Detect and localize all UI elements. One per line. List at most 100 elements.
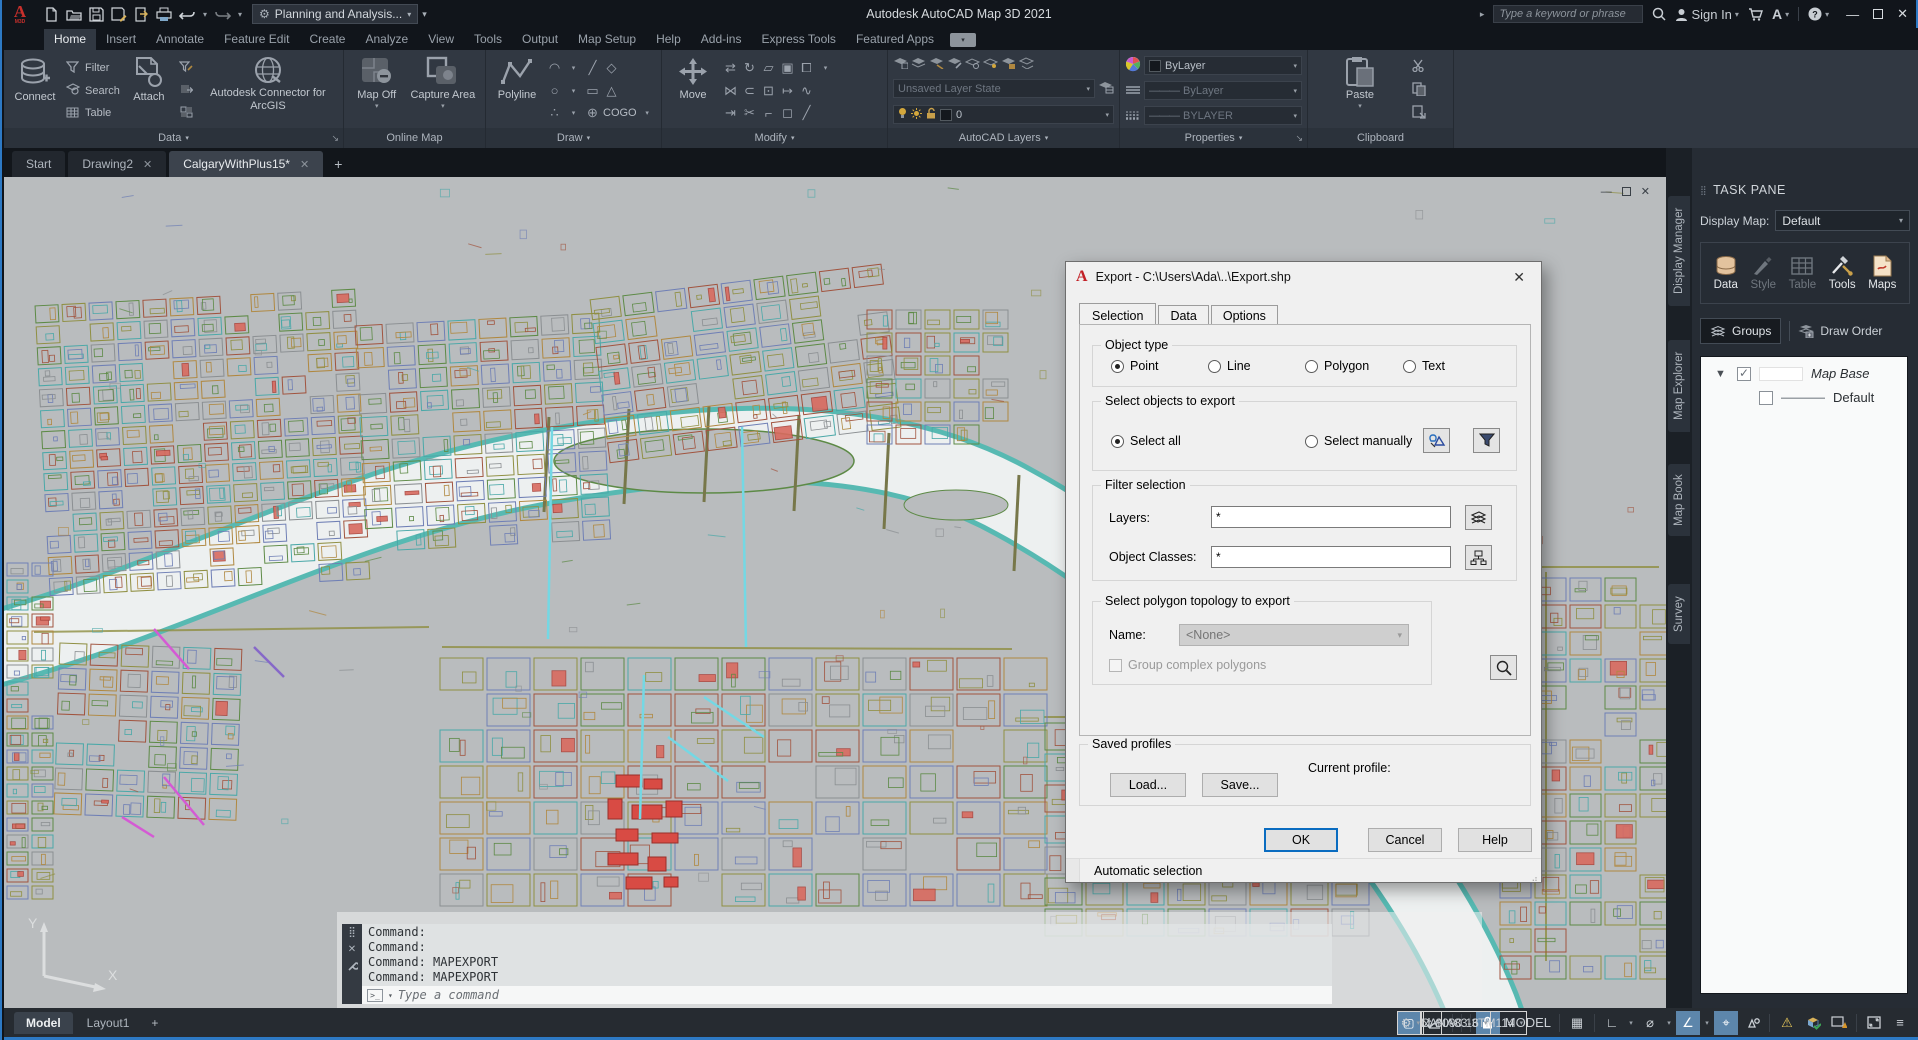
groups-button[interactable]: Groups <box>1700 318 1781 344</box>
tab-map-book[interactable]: Map Book <box>1668 464 1690 536</box>
plot-icon[interactable] <box>156 7 172 22</box>
circle-tool-icon[interactable]: ○ <box>546 83 563 98</box>
polar-dropdown-icon[interactable]: ▾ <box>1626 1011 1636 1035</box>
tab-create[interactable]: Create <box>299 29 355 50</box>
radio-icon[interactable] <box>1111 435 1124 448</box>
app-store-cart-icon[interactable] <box>1748 8 1763 21</box>
filter-button[interactable]: Filter <box>64 61 120 76</box>
polygon-tool-icon[interactable]: ◇ <box>603 60 620 76</box>
autocad-logo-icon[interactable]: A M3D <box>2 0 38 28</box>
polyline-button[interactable]: Polyline <box>491 53 543 128</box>
task-pane-header[interactable]: ⣿ TASK PANE <box>1692 180 1918 200</box>
redo-icon[interactable] <box>214 8 231 21</box>
trim-tool-icon[interactable]: ✂ <box>741 105 758 121</box>
help-button[interactable]: Help <box>1458 828 1532 852</box>
file-tab-calgary[interactable]: CalgaryWithPlus15*✕ <box>169 151 323 177</box>
command-input[interactable]: >_ ▾ Type a command <box>362 986 1332 1004</box>
capture-area-button[interactable]: Capture Area ▾ <box>407 53 478 128</box>
tree-item-map-base[interactable]: ▼ Map Base <box>1701 357 1907 381</box>
panel-label-modify[interactable]: Modify▾ <box>662 128 887 148</box>
linetype-icon[interactable] <box>1125 84 1141 98</box>
layer-properties-icon[interactable] <box>893 57 908 72</box>
cogo-icon[interactable]: ⊕ <box>584 105 601 121</box>
maps-button[interactable]: Maps <box>1868 255 1896 291</box>
radio-polygon[interactable]: Polygon <box>1305 359 1369 373</box>
layer-style-swatch[interactable] <box>1781 391 1825 405</box>
search-button[interactable]: Search <box>64 83 120 98</box>
graphics-warning-icon[interactable]: ⚠ <box>1775 1011 1799 1035</box>
osnap-dropdown-icon[interactable]: ▾ <box>1702 1011 1712 1035</box>
ortho-toggle[interactable]: ∟ <box>1600 1011 1624 1035</box>
layer-freeze-icon[interactable] <box>983 57 998 72</box>
collapse-arrow-icon[interactable]: ▸ <box>1480 9 1485 20</box>
grid-toggle[interactable]: ▦ <box>1565 1011 1589 1035</box>
tab-tools[interactable]: Tools <box>464 29 512 50</box>
draw-order-button[interactable]: Draw Order <box>1798 324 1882 338</box>
new-file-icon[interactable] <box>44 7 59 22</box>
break-tool-icon[interactable]: ⌐ <box>760 106 777 121</box>
scale-tool-icon[interactable]: ⊡ <box>760 83 777 99</box>
offset-tool-icon[interactable]: ⇥ <box>722 105 739 121</box>
tab-annotate[interactable]: Annotate <box>146 29 214 50</box>
chevron-down-icon[interactable]: ▼ <box>1715 368 1729 380</box>
new-layout-button[interactable]: + <box>143 1016 166 1030</box>
arcgis-connector-button[interactable]: Autodesk Connector for ArcGIS <box>198 53 338 128</box>
tab-view[interactable]: View <box>418 29 464 50</box>
tab-feature-edit[interactable]: Feature Edit <box>214 29 299 50</box>
zoom-extents-button[interactable] <box>1490 655 1517 680</box>
undo-icon[interactable] <box>179 8 196 21</box>
file-tab-drawing2[interactable]: Drawing2✕ <box>68 151 166 177</box>
ribbon-options-button[interactable]: ▾ <box>950 33 976 47</box>
lineweight-dropdown[interactable]: ——— BYLAYER ▾ <box>1144 106 1302 125</box>
rotate-tool-icon[interactable]: ↻ <box>741 60 758 76</box>
sign-in-button[interactable]: Sign In ▾ <box>1675 7 1739 22</box>
osnap-tracking-toggle[interactable]: ∠ <box>1676 1011 1700 1035</box>
table-button[interactable]: Table <box>64 106 120 121</box>
radio-line[interactable]: Line <box>1208 359 1251 373</box>
chevron-down-icon[interactable]: ▾ <box>388 991 393 1000</box>
map-off-button[interactable]: Map Off ▾ <box>351 53 403 128</box>
panel-label-clipboard[interactable]: Clipboard <box>1308 128 1453 148</box>
layer-set-current-icon[interactable] <box>929 57 944 72</box>
array-tool-icon[interactable]: ▣ <box>779 60 796 76</box>
undo-dropdown-icon[interactable]: ▾ <box>203 10 207 19</box>
radio-icon[interactable] <box>1305 360 1318 373</box>
lineweight-icon[interactable] <box>1125 109 1141 123</box>
arc-tool-icon[interactable]: ◠ <box>546 60 563 76</box>
drafting-settings-gear[interactable]: ⚙▾ <box>1397 1011 1424 1035</box>
tree-item-default[interactable]: Default <box>1701 381 1907 405</box>
connect-button[interactable]: Connect <box>9 53 61 128</box>
isolate-objects-toggle[interactable] <box>1740 1011 1764 1035</box>
tab-add-ins[interactable]: Add-ins <box>691 29 752 50</box>
model-tab[interactable]: Model <box>14 1012 73 1034</box>
customization-menu-icon[interactable]: ≡ <box>1888 1011 1912 1035</box>
tab-insert[interactable]: Insert <box>96 29 146 50</box>
pick-object-classes-button[interactable] <box>1465 545 1492 570</box>
panel-label-autocad-layers[interactable]: AutoCAD Layers▾ <box>888 128 1119 148</box>
workspace-switcher[interactable]: ⚙ Planning and Analysis... ▾ <box>252 4 418 24</box>
layout1-tab[interactable]: Layout1 <box>75 1012 142 1034</box>
checkbox-icon[interactable] <box>1759 391 1773 405</box>
quick-filter-button[interactable] <box>1473 428 1500 453</box>
ok-button[interactable]: OK <box>1264 828 1338 852</box>
stretch-tool-icon[interactable]: ▱ <box>760 60 777 76</box>
data-button[interactable]: Data <box>1714 255 1738 291</box>
tab-featured-apps[interactable]: Featured Apps <box>846 29 944 50</box>
display-map-dropdown[interactable]: Default ▾ <box>1775 210 1910 231</box>
layer-match-icon[interactable] <box>947 57 962 72</box>
panel-label-data[interactable]: Data▾ ↘ <box>4 128 343 148</box>
close-icon[interactable]: ✕ <box>300 158 309 171</box>
panel-label-properties[interactable]: Properties▾ ↘ <box>1120 128 1307 148</box>
layer-state-dropdown[interactable]: Unsaved Layer State ▾ <box>893 79 1095 98</box>
cancel-button[interactable]: Cancel <box>1368 828 1442 852</box>
close-icon[interactable]: ✕ <box>143 158 152 171</box>
pentagon-tool-icon[interactable]: △ <box>603 83 620 99</box>
panel-label-draw[interactable]: Draw▾ <box>486 128 661 148</box>
tab-home[interactable]: Home <box>44 29 96 50</box>
maximize-button[interactable] <box>1873 9 1883 19</box>
open-file-icon[interactable] <box>66 7 82 22</box>
rectangle-tool-icon[interactable]: ▭ <box>584 83 601 99</box>
radio-point[interactable]: Point <box>1111 359 1159 373</box>
tab-express-tools[interactable]: Express Tools <box>751 29 845 50</box>
close-icon[interactable]: ✕ <box>348 944 356 955</box>
